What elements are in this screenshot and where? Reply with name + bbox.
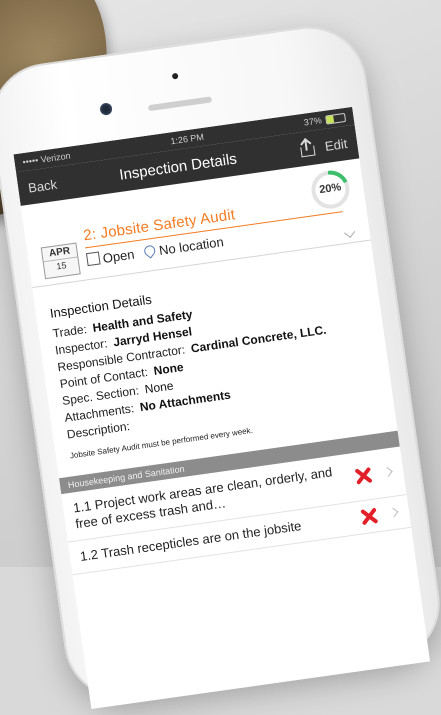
x-mark-icon[interactable] [352,465,375,488]
sensor-icon [171,72,179,80]
phone-scene: ••••• Verizon 1:26 PM 37% Back Inspectio… [0,0,441,709]
x-mark-icon[interactable] [358,505,381,528]
date-month: APR [41,243,78,263]
contact-value: None [152,359,185,378]
edit-button[interactable]: Edit [324,135,348,153]
location-pin-icon [141,243,158,259]
date-badge: APR 15 [40,242,81,280]
spec-value: None [143,378,175,397]
share-icon[interactable] [298,140,316,158]
nav-actions: Edit [298,135,348,158]
battery-percent: 37% [303,115,323,128]
chevron-down-icon[interactable] [343,226,356,239]
open-status[interactable]: Open [85,246,136,269]
chevron-right-icon [382,467,393,477]
checkbox-icon[interactable] [85,251,101,267]
back-button[interactable]: Back [27,176,58,195]
battery-icon [325,112,347,125]
status-label: Open [101,246,136,266]
phone-body: ••••• Verizon 1:26 PM 37% Back Inspectio… [0,19,441,709]
location-label: No location [158,234,225,259]
phone-screen: ••••• Verizon 1:26 PM 37% Back Inspectio… [13,106,431,709]
status-right: 37% [303,112,347,128]
camera-icon [99,102,113,116]
date-day: 15 [55,260,68,272]
chevron-right-icon [388,507,399,518]
clock: 1:26 PM [169,131,205,147]
speaker-grille [147,96,213,112]
